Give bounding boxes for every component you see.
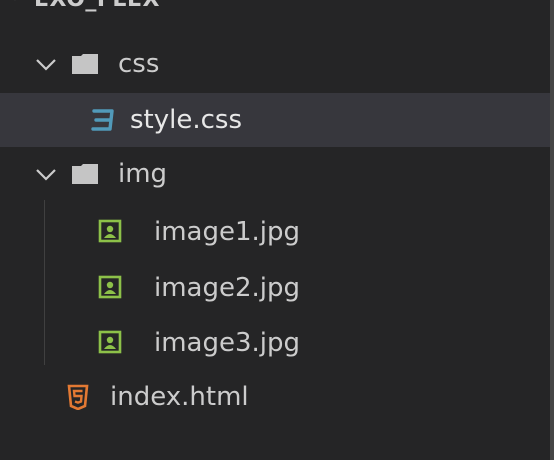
image-file-icon <box>98 330 124 356</box>
tree-item-label: style.css <box>130 105 242 135</box>
image-file-icon <box>98 219 124 245</box>
chevron-down-icon <box>34 52 58 76</box>
chevron-down-icon <box>34 162 58 186</box>
tree-item-style-css[interactable]: style.css <box>0 93 550 147</box>
folder-icon <box>72 164 98 184</box>
tree-item-label: image3.jpg <box>154 328 301 358</box>
chevron-down-icon <box>6 0 24 11</box>
tree-item-img-folder[interactable]: img <box>0 147 550 201</box>
tree-item-css-folder[interactable]: css <box>0 37 550 91</box>
image-file-icon <box>98 275 124 301</box>
file-explorer: EXO_FLEX css style.css img <box>0 0 554 460</box>
html-file-icon <box>66 384 92 411</box>
tree-item-index-html[interactable]: index.html <box>0 370 550 424</box>
workspace-root-header[interactable]: EXO_FLEX <box>0 0 550 14</box>
css-file-icon <box>90 107 116 133</box>
folder-icon <box>72 54 98 74</box>
tree-item-label: image2.jpg <box>154 273 301 303</box>
tree-item-image1[interactable]: image1.jpg <box>0 205 550 259</box>
workspace-root-label: EXO_FLEX <box>34 0 160 12</box>
tree-item-label: css <box>118 49 160 79</box>
tree-item-label: img <box>118 159 168 189</box>
tree-item-label: index.html <box>110 382 249 412</box>
tree-item-image2[interactable]: image2.jpg <box>0 261 550 315</box>
tree-item-image3[interactable]: image3.jpg <box>0 316 550 370</box>
tree-item-label: image1.jpg <box>154 217 301 247</box>
panel-border <box>550 0 554 460</box>
